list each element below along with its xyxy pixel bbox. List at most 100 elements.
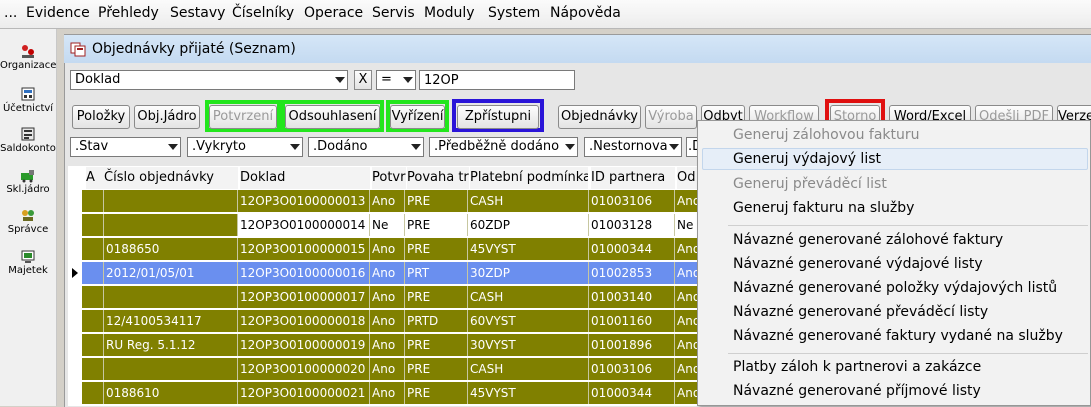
cell-potvr: Ano	[370, 286, 405, 308]
window-title: Objednávky přijaté (Seznam)	[92, 41, 296, 57]
spravce-icon	[22, 210, 34, 221]
cell-potvr: Ano	[370, 262, 405, 284]
sidebar-item-majetek[interactable]: Majetek	[0, 248, 56, 276]
chevron-down-icon	[290, 144, 300, 150]
table-row[interactable]: 2012/01/05/01 12OP3O0100000016 Ano PRT 30ZDP…	[82, 262, 698, 284]
cell-potvr: Ano	[370, 334, 405, 356]
objednavky-button[interactable]: Objednávky	[558, 105, 641, 129]
filter-clear-button[interactable]: X	[354, 70, 372, 90]
cell-id-partnera: 01000344	[589, 382, 675, 404]
table-row[interactable]: 12/4100534117 12OP3O0100000018 Ano PRTD 60VY…	[82, 310, 698, 332]
column-header-od[interactable]: Od	[677, 167, 698, 189]
sidebar-item-skl-jadro[interactable]: Skl.jádro	[0, 167, 56, 195]
cell-platebni-podminka: 60VYST	[468, 310, 589, 332]
table-row[interactable]: 0188610 12OP3O0100000021 Ano PRE 45VYST 01000…	[82, 382, 698, 404]
context-menu-separator	[728, 353, 1088, 354]
ctx-navazne-vydajove-listy[interactable]: Návazné generované výdajové listy	[733, 256, 983, 272]
ctx-navazne-prevadeci-listy[interactable]: Návazné generované převáděcí listy	[733, 304, 988, 320]
cell-id-partnera: 01003128	[589, 214, 675, 236]
sidebar-item-label: Saldokonto	[0, 143, 56, 154]
cell-doklad: 12OP3O0100000020	[238, 358, 370, 380]
cell-od: Ano	[675, 238, 698, 260]
current-row-indicator-icon	[72, 268, 78, 278]
cell-povaha: PRE	[405, 286, 468, 308]
cell-povaha: PRE	[405, 334, 468, 356]
menu-napoveda[interactable]: Nápověda	[550, 5, 621, 21]
potvrzeni-button[interactable]: Potvrzení	[209, 105, 277, 129]
cell-a	[82, 334, 104, 356]
ctx-generuj-zalohovou-fakturu[interactable]: Generuj zálohovou fakturu	[733, 127, 920, 143]
cell-od: Ano	[675, 190, 698, 212]
stav-filter-value: .Stav	[75, 139, 109, 154]
saldokonto-icon	[21, 127, 35, 141]
column-header-a[interactable]: A	[86, 167, 104, 189]
filter-value-input[interactable]	[419, 70, 575, 90]
cell-platebni-podminka: CASH	[468, 190, 589, 212]
column-header-id-partnera[interactable]: ID partnera	[591, 167, 675, 189]
table-row[interactable]: 12OP3O0100000017 Ano PRE CASH 01003140 Ano	[82, 286, 698, 308]
ctx-generuj-prevadeci-list[interactable]: Generuj převáděcí list	[733, 176, 887, 192]
table-row[interactable]: 0188650 12OP3O0100000015 Ano PRE 45VYST 01000…	[82, 238, 698, 260]
module-sidebar: Organizace Účetnictví Saldokonto Skl.jád…	[0, 29, 57, 406]
menu-operace[interactable]: Operace	[304, 5, 363, 21]
menu-evidence[interactable]: Evidence	[26, 5, 90, 21]
ctx-navazne-zalohove-faktury[interactable]: Návazné generované zálohové faktury	[733, 232, 1003, 248]
nestornova-filter-select[interactable]: .Nestornova	[584, 137, 682, 157]
table-row[interactable]: 12OP3O0100000013 Ano PRE CASH 01003106 Ano	[82, 190, 698, 212]
ctx-navazne-prijmove-listy[interactable]: Návazné generované příjmové listy	[733, 383, 981, 399]
menu-sestavy[interactable]: Sestavy	[170, 5, 225, 21]
cell-cislo-objednavky: 0188650	[104, 238, 238, 260]
cell-platebni-podminka: CASH	[468, 286, 589, 308]
cell-cislo-objednavky	[104, 358, 238, 380]
chevron-down-icon	[565, 144, 575, 150]
majetek-icon	[21, 250, 35, 263]
filter-field-value: Doklad	[75, 72, 121, 87]
column-header-platebni-podminka[interactable]: Platební podmínka	[470, 167, 588, 189]
table-row[interactable]: 12OP3O0100000020 Ano PRE CASH 01003106 Ano	[82, 358, 698, 380]
cell-id-partnera: 01000344	[589, 238, 675, 260]
cell-id-partnera: 01003106	[589, 358, 675, 380]
filter-field-select[interactable]: Doklad	[70, 70, 348, 90]
vyroba-button[interactable]: Výroba	[645, 105, 697, 129]
zpristupni-button[interactable]: Zpřístupni	[457, 105, 539, 129]
menu-system[interactable]: System	[488, 5, 540, 21]
cell-a	[82, 382, 104, 404]
menu-prehledy[interactable]: Přehledy	[98, 5, 159, 21]
sidebar-item-ucetnictvi[interactable]: Účetnictví	[0, 86, 56, 114]
sidebar-item-spravce[interactable]: Správce	[0, 207, 56, 235]
menu-ellipsis[interactable]: ...	[4, 5, 17, 21]
predbezne-dodano-filter-value: .Předběžně dodáno	[434, 139, 560, 154]
table-row[interactable]: RU Reg. 5.1.12 12OP3O0100000019 Ano PRE 30VY…	[82, 334, 698, 356]
predbezne-dodano-filter-select[interactable]: .Předběžně dodáno	[429, 137, 578, 157]
cell-cislo-objednavky: 12/4100534117	[104, 310, 238, 332]
table-row[interactable]: 12OP3O0100000014 Ne PRE 60ZDP 01003128 Ne	[82, 214, 698, 236]
sidebar-item-label: Správce	[7, 224, 49, 235]
polozky-button[interactable]: Položky	[72, 105, 130, 129]
menu-ciselniky[interactable]: Číselníky	[232, 5, 294, 21]
column-header-cislo-objednavky[interactable]: Číslo objednávky	[104, 167, 238, 189]
vykryto-filter-select[interactable]: .Vykryto	[187, 137, 303, 157]
stav-filter-select[interactable]: .Stav	[70, 137, 181, 157]
cell-a	[82, 358, 104, 380]
filter-operator-select[interactable]: =	[376, 70, 416, 90]
cell-platebni-podminka: 60ZDP	[468, 214, 589, 236]
ctx-generuj-fakturu-na-sluzby[interactable]: Generuj fakturu na služby	[733, 200, 914, 216]
column-header-potvr[interactable]: Potvr	[372, 167, 406, 189]
obj-jadro-button[interactable]: Obj.Jádro	[134, 105, 200, 129]
sklad-icon	[21, 170, 34, 183]
menu-servis[interactable]: Servis	[372, 5, 415, 21]
column-header-doklad[interactable]: Doklad	[240, 167, 370, 189]
ctx-navazne-polozky-vydajovych-listu[interactable]: Návazné generované položky výdajových li…	[733, 280, 1057, 296]
ctx-generuj-vydajovy-list[interactable]: Generuj výdajový list	[733, 151, 881, 167]
sidebar-item-saldokonto[interactable]: Saldokonto	[0, 126, 56, 154]
ctx-navazne-faktury-vydane-na-sluzby[interactable]: Návazné generované faktury vydané na slu…	[733, 328, 1063, 344]
ctx-platby-zaloh[interactable]: Platby záloh k partnerovi a zakázce	[733, 359, 981, 375]
cell-cislo-objednavky: RU Reg. 5.1.12	[104, 334, 238, 356]
cell-povaha: PRTD	[405, 310, 468, 332]
menu-moduly[interactable]: Moduly	[424, 5, 475, 21]
odsouhlaseni-button[interactable]: Odsouhlasení	[285, 105, 380, 129]
vyrizeni-button[interactable]: Vyřízení	[390, 105, 445, 129]
column-header-povaha[interactable]: Povaha tr	[407, 167, 469, 189]
dodano-filter-select[interactable]: .Dodáno	[308, 137, 424, 157]
sidebar-item-organizace[interactable]: Organizace	[0, 43, 56, 71]
